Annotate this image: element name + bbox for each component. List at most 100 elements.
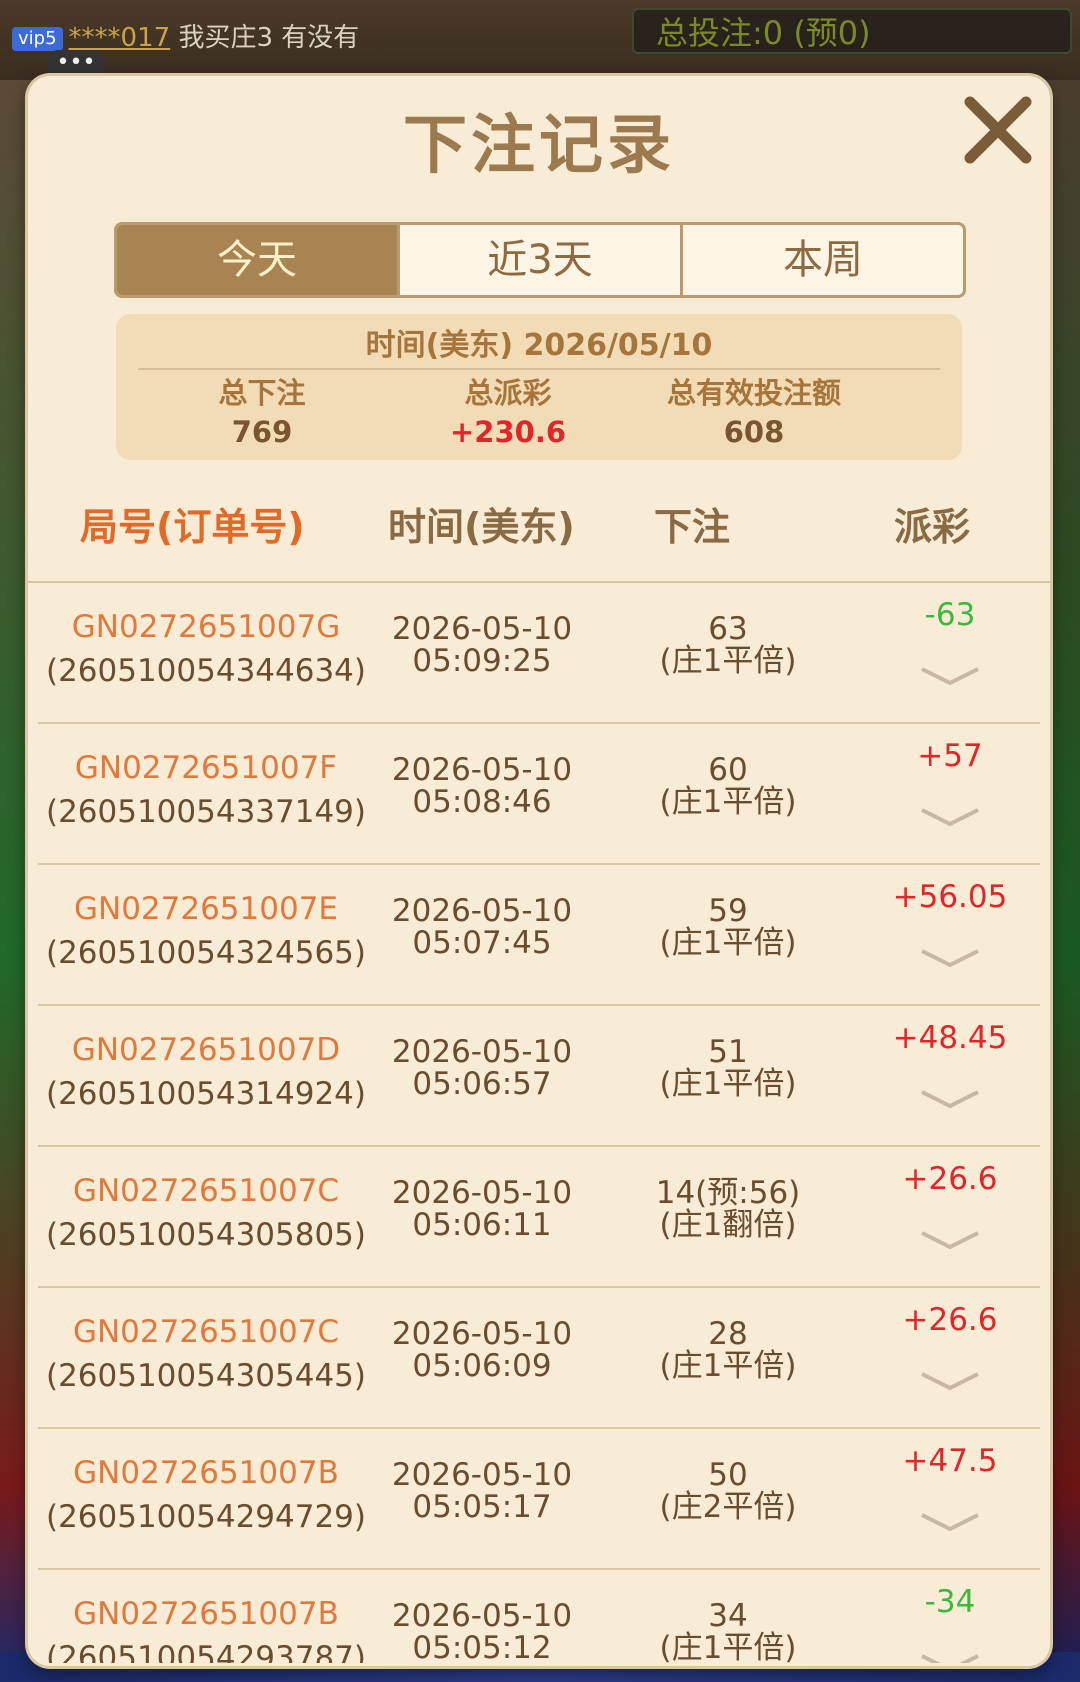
bet-date: 2026-05-10: [391, 752, 573, 788]
column-header-payout: 派彩: [894, 505, 971, 549]
round-id: GN0272651007B: [73, 1455, 339, 1491]
bet-type: (庄1平倍): [659, 784, 797, 820]
bet-time: 05:05:17: [412, 1489, 552, 1525]
payout-value: -63: [924, 597, 976, 633]
bet-amount: 60: [708, 752, 748, 788]
time-cell: 2026-05-10 05:06:11: [374, 1177, 590, 1241]
table-row[interactable]: GN0272651007C (260510054305445) 2026-05-1…: [38, 1288, 1040, 1429]
bet-type: (庄2平倍): [659, 1489, 797, 1525]
bet-amount: 34: [708, 1598, 748, 1634]
order-id: (260510054314924): [45, 1076, 367, 1112]
chevron-down-icon[interactable]: [918, 1650, 982, 1663]
round-id-cell: GN0272651007C (260510054305805): [38, 1169, 374, 1257]
payout-value: +57: [917, 738, 983, 774]
bet-cell: 50 (庄2平倍): [618, 1459, 838, 1523]
table-row[interactable]: GN0272651007G (260510054344634) 2026-05-1…: [38, 583, 1040, 724]
bet-amount: 51: [708, 1034, 748, 1070]
summary-date: 时间(美东) 2026/05/10: [365, 328, 713, 363]
total-payout-value: +230.6: [449, 415, 567, 449]
bet-amount: 50: [708, 1457, 748, 1493]
summary-total-bet: 总下注 769: [132, 374, 392, 452]
total-bet-value: 769: [231, 415, 293, 449]
summary-panel: 时间(美东) 2026/05/10 总下注 769 总派彩 +230.6 总有效…: [116, 314, 962, 460]
bet-date: 2026-05-10: [391, 1175, 573, 1211]
round-id-cell: GN0272651007E (260510054324565): [38, 887, 374, 975]
order-id: (260510054293787): [45, 1640, 367, 1663]
time-cell: 2026-05-10 05:05:17: [374, 1459, 590, 1523]
bet-type: (庄1平倍): [659, 925, 797, 961]
bet-date: 2026-05-10: [391, 893, 573, 929]
order-id: (260510054294729): [45, 1499, 367, 1535]
payout-value: +26.6: [902, 1161, 998, 1197]
order-id: (260510054337149): [45, 794, 367, 830]
summary-divider: [138, 368, 940, 370]
chevron-down-icon[interactable]: [918, 945, 982, 971]
table-header: 局号(订单号) 时间(美东) 下注 派彩: [28, 496, 1050, 558]
table-row[interactable]: GN0272651007C (260510054305805) 2026-05-1…: [38, 1147, 1040, 1288]
payout-value: +48.45: [892, 1020, 1008, 1056]
payout-value: +26.6: [902, 1302, 998, 1338]
chevron-down-icon[interactable]: [918, 1368, 982, 1394]
chat-text: 我买庄3 有没有: [178, 23, 360, 53]
round-id-cell: GN0272651007F (260510054337149): [38, 746, 374, 834]
table-row[interactable]: GN0272651007F (260510054337149) 2026-05-1…: [38, 724, 1040, 865]
record-list[interactable]: GN0272651007G (260510054344634) 2026-05-1…: [28, 583, 1050, 1663]
table-row[interactable]: GN0272651007E (260510054324565) 2026-05-1…: [38, 865, 1040, 1006]
table-row[interactable]: GN0272651007D (260510054314924) 2026-05-1…: [38, 1006, 1040, 1147]
round-id-cell: GN0272651007B (260510054293787): [38, 1592, 374, 1663]
time-cell: 2026-05-10 05:06:57: [374, 1036, 590, 1100]
total-bet-label: 总下注: [218, 376, 306, 410]
tab-today[interactable]: 今天: [117, 225, 400, 295]
bet-time: 05:08:46: [412, 784, 552, 820]
bet-date: 2026-05-10: [391, 1034, 573, 1070]
bet-time: 05:06:57: [412, 1066, 552, 1102]
bet-time: 05:07:45: [412, 925, 552, 961]
order-id: (260510054324565): [45, 935, 367, 971]
round-id-cell: GN0272651007B (260510054294729): [38, 1451, 374, 1539]
time-cell: 2026-05-10 05:09:25: [374, 613, 590, 677]
valid-bet-label: 总有效投注额: [666, 376, 841, 410]
column-header-id: 局号(订单号): [80, 505, 305, 549]
chevron-down-icon[interactable]: [918, 1086, 982, 1112]
round-id: GN0272651007B: [73, 1596, 339, 1632]
bet-amount: 14(预:56): [655, 1175, 801, 1211]
bet-cell: 14(预:56) (庄1翻倍): [618, 1177, 838, 1241]
table-row[interactable]: GN0272651007B (260510054294729) 2026-05-1…: [38, 1429, 1040, 1570]
total-payout-label: 总派彩: [464, 376, 552, 410]
bet-cell: 28 (庄1平倍): [618, 1318, 838, 1382]
chevron-down-icon[interactable]: [918, 1227, 982, 1253]
bet-type: (庄1平倍): [659, 1066, 797, 1102]
column-header-bet: 下注: [654, 505, 731, 549]
payout-value: +47.5: [902, 1443, 998, 1479]
tab-last-3-days[interactable]: 近3天: [400, 225, 683, 295]
bet-cell: 51 (庄1平倍): [618, 1036, 838, 1100]
bet-cell: 63 (庄1平倍): [618, 613, 838, 677]
bet-date: 2026-05-10: [391, 1316, 573, 1352]
column-header-time: 时间(美东): [388, 505, 575, 549]
table-row[interactable]: GN0272651007B (260510054293787) 2026-05-1…: [38, 1570, 1040, 1663]
tab-this-week[interactable]: 本周: [683, 225, 963, 295]
round-id-cell: GN0272651007G (260510054344634): [38, 605, 374, 693]
time-cell: 2026-05-10 05:07:45: [374, 895, 590, 959]
bet-amount: 28: [708, 1316, 748, 1352]
vip-badge: vip5: [12, 26, 63, 51]
order-id: (260510054305445): [45, 1358, 367, 1394]
chevron-down-icon[interactable]: [918, 804, 982, 830]
chevron-down-icon[interactable]: [918, 663, 982, 689]
time-cell: 2026-05-10 05:06:09: [374, 1318, 590, 1382]
chevron-down-icon[interactable]: [918, 1509, 982, 1535]
close-button[interactable]: [960, 92, 1036, 168]
round-id: GN0272651007G: [71, 609, 341, 645]
bet-cell: 34 (庄1平倍): [618, 1600, 838, 1663]
round-id-cell: GN0272651007D (260510054314924): [38, 1028, 374, 1116]
close-icon: [964, 96, 1032, 164]
order-id: (260510054344634): [45, 653, 367, 689]
bet-date: 2026-05-10: [391, 611, 573, 647]
bet-time: 05:09:25: [412, 643, 552, 679]
date-range-tabs: 今天 近3天 本周: [114, 222, 966, 298]
bet-date: 2026-05-10: [391, 1598, 573, 1634]
modal-title: 下注记录: [403, 109, 675, 183]
valid-bet-value: 608: [723, 415, 785, 449]
bet-time: 05:06:09: [412, 1348, 552, 1384]
summary-valid-bet: 总有效投注额 608: [624, 374, 884, 452]
